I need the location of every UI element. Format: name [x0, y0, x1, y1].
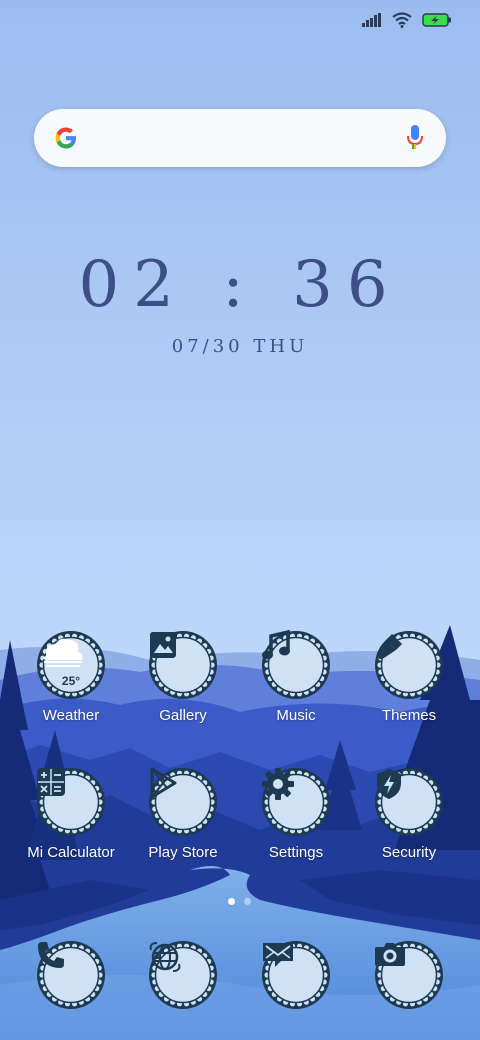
- app-play-store[interactable]: Play Store: [128, 767, 238, 861]
- shield-bolt-icon: [377, 769, 401, 799]
- camera-icon: [375, 943, 405, 966]
- page-dot[interactable]: [244, 898, 251, 905]
- dock-camera[interactable]: [354, 940, 464, 1010]
- app-label: Weather: [42, 707, 100, 724]
- dock-phone[interactable]: [16, 940, 126, 1010]
- app-label: Play Store: [148, 844, 218, 861]
- wifi-icon: [392, 12, 412, 28]
- app-label: Gallery: [159, 707, 207, 724]
- app-icon-frame: [261, 630, 331, 700]
- gear-icon: [262, 768, 294, 800]
- app-mi-calculator[interactable]: Mi Calculator: [16, 767, 126, 861]
- app-gallery[interactable]: Gallery: [128, 630, 238, 724]
- app-music[interactable]: Music: [241, 630, 351, 724]
- app-label: Security: [381, 844, 437, 861]
- battery-charging-icon: [422, 13, 451, 27]
- page-dot-active[interactable]: [228, 898, 235, 905]
- app-icon-frame: [36, 767, 106, 837]
- google-g-icon: [55, 127, 76, 149]
- status-bar: [362, 12, 452, 28]
- paintbrush-icon: [377, 634, 402, 659]
- app-weather[interactable]: 25° Weather: [16, 630, 126, 724]
- app-icon-frame: [374, 630, 444, 700]
- dock-browser[interactable]: [128, 940, 238, 1010]
- app-icon-frame: [148, 767, 218, 837]
- weather-temperature: 25°: [61, 674, 81, 688]
- app-label: Mi Calculator: [27, 844, 115, 861]
- app-icon-frame: [148, 630, 218, 700]
- signal-icon: [362, 13, 381, 27]
- app-icon-frame: [261, 940, 331, 1010]
- play-icon: [150, 767, 177, 799]
- music-note-icon: [262, 630, 290, 660]
- google-search-bar[interactable]: [34, 109, 446, 167]
- app-security[interactable]: Security: [354, 767, 464, 861]
- app-icon-frame: [36, 940, 106, 1010]
- app-icon-frame: [148, 940, 218, 1010]
- app-settings[interactable]: Settings: [241, 767, 351, 861]
- clock-widget[interactable]: 02 : 36 07/30 THU: [0, 240, 480, 357]
- dock-messages[interactable]: [241, 940, 351, 1010]
- page-indicator[interactable]: [228, 898, 251, 905]
- app-icon-frame: [261, 767, 331, 837]
- app-themes[interactable]: Themes: [354, 630, 464, 724]
- messages-envelope-icon: [263, 943, 293, 967]
- app-label: Themes: [381, 707, 437, 724]
- phone-icon: [38, 942, 64, 968]
- clock-time: 02 : 36: [78, 248, 402, 322]
- app-label: Settings: [268, 844, 324, 861]
- app-label: Music: [276, 707, 316, 724]
- calculator-icon: [37, 768, 65, 796]
- app-icon-frame: [374, 767, 444, 837]
- app-icon-frame: 25°: [36, 630, 106, 700]
- browser-globe-icon: [149, 942, 181, 972]
- app-icon-frame: [374, 940, 444, 1010]
- clock-date: 07/30 THU: [171, 336, 309, 357]
- image-icon: [150, 632, 176, 658]
- microphone-icon[interactable]: [406, 124, 424, 152]
